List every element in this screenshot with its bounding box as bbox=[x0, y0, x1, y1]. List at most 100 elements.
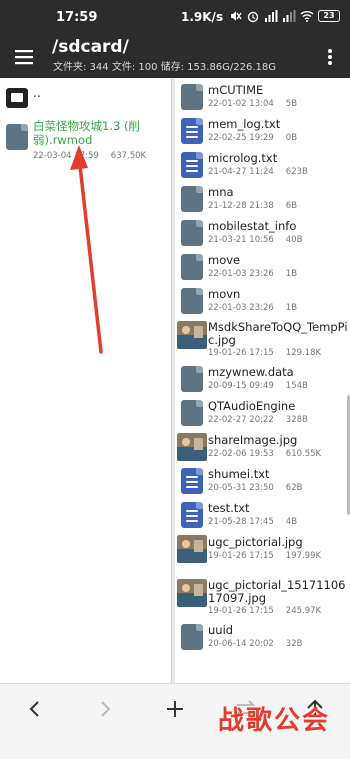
file-meta: 19-01-26 17:15 245.97K bbox=[208, 606, 321, 616]
file-name: mobilestat_info bbox=[208, 219, 297, 233]
file-size: 328B bbox=[285, 415, 308, 425]
file-size: 610.55K bbox=[285, 449, 322, 459]
wifi-icon bbox=[300, 11, 314, 22]
file-name: mCUTIME bbox=[208, 83, 264, 97]
signal-icon-1 bbox=[265, 10, 278, 22]
file-meta: 22-02-06 19:53 610.55K bbox=[208, 449, 321, 459]
back-icon[interactable] bbox=[22, 696, 48, 722]
parent-directory-row[interactable]: .. bbox=[0, 78, 171, 112]
list-item[interactable]: shumei.txt 20-05-31 23:50 62B bbox=[175, 464, 350, 498]
file-icon bbox=[181, 366, 203, 392]
file-meta: 21-03-21 10:56 40B bbox=[208, 235, 302, 245]
file-size: 154B bbox=[285, 381, 308, 391]
list-item[interactable]: mCUTIME 22-01-02 13:04 5B bbox=[175, 80, 350, 114]
file-date: 22-03-04 17:59 bbox=[33, 151, 99, 161]
file-meta: 20-09-15 09:49 154B bbox=[208, 381, 308, 391]
list-item[interactable]: 白菜怪物攻城1.3 (削弱).rwmod 22-03-04 17:59 637.5… bbox=[0, 116, 171, 166]
file-date: 20-06-14 20:02 bbox=[208, 639, 274, 649]
file-icon bbox=[181, 624, 203, 650]
file-name: QTAudioEngine bbox=[208, 399, 296, 413]
file-meta: 22-01-02 13:04 5B bbox=[208, 99, 297, 109]
text-file-icon bbox=[181, 502, 203, 528]
list-item[interactable]: uuid 20-06-14 20:02 32B bbox=[175, 620, 350, 654]
file-meta: 22-03-04 17:59 637.50K bbox=[33, 151, 146, 161]
file-icon bbox=[181, 220, 203, 246]
folder-icon bbox=[6, 88, 28, 108]
file-date: 22-01-03 23:26 bbox=[208, 269, 274, 279]
file-date: 21-05-28 17:45 bbox=[208, 517, 274, 527]
file-date: 19-01-26 17:15 bbox=[208, 551, 274, 561]
more-options-icon[interactable] bbox=[322, 45, 338, 69]
forward-icon[interactable] bbox=[92, 696, 118, 722]
status-icons: 23 bbox=[228, 9, 340, 23]
list-item[interactable]: ugc_pictorial_1517110617097.jpg 19-01-26 … bbox=[175, 576, 350, 620]
file-date: 19-01-26 17:15 bbox=[208, 348, 274, 358]
list-item[interactable]: ugc_pictorial.jpg 19-01-26 17:15 197.99K bbox=[175, 532, 350, 566]
list-item[interactable]: mobilestat_info 21-03-21 10:56 40B bbox=[175, 216, 350, 250]
list-item[interactable]: mem_log.txt 22-02-25 19:29 0B bbox=[175, 114, 350, 148]
file-size: 62B bbox=[285, 483, 303, 493]
image-thumbnail-icon bbox=[177, 321, 207, 349]
file-name: ugc_pictorial_1517110617097.jpg bbox=[208, 578, 346, 605]
file-icon bbox=[181, 400, 203, 426]
file-name: mem_log.txt bbox=[208, 117, 281, 131]
battery-icon: 23 bbox=[318, 10, 340, 22]
status-time: 17:59 bbox=[56, 10, 98, 25]
text-file-icon bbox=[181, 468, 203, 494]
file-date: 21-04-27 11:24 bbox=[208, 167, 274, 177]
file-name: microlog.txt bbox=[208, 151, 278, 165]
network-speed: 1.9K/s bbox=[181, 10, 224, 24]
file-meta: 21-12-28 21:38 6B bbox=[208, 201, 297, 211]
image-thumbnail-icon bbox=[177, 433, 207, 461]
file-name: movn bbox=[208, 287, 241, 301]
list-item[interactable]: mzywnew.data 20-09-15 09:49 154B bbox=[175, 362, 350, 396]
file-date: 22-02-27 20:22 bbox=[208, 415, 274, 425]
file-meta: 19-01-26 17:15 197.99K bbox=[208, 551, 321, 561]
list-item[interactable]: MsdkShareToQQ_TempPic.jpg 19-01-26 17:15 1… bbox=[175, 318, 350, 362]
file-meta: 22-02-25 19:29 0B bbox=[208, 133, 297, 143]
file-icon bbox=[181, 84, 203, 110]
file-name: MsdkShareToQQ_TempPic.jpg bbox=[208, 320, 348, 347]
file-size: 637.50K bbox=[110, 151, 147, 161]
file-size: 32B bbox=[285, 639, 303, 649]
file-date: 20-05-31 23:50 bbox=[208, 483, 274, 493]
right-file-panel: mCUTIME 22-01-02 13:04 5B mem_log.txt 22-02-… bbox=[175, 78, 350, 683]
list-item[interactable]: mna 21-12-28 21:38 6B bbox=[175, 182, 350, 216]
mute-icon bbox=[231, 11, 242, 21]
file-date: 22-02-25 19:29 bbox=[208, 133, 274, 143]
file-size: 623B bbox=[285, 167, 308, 177]
file-name: 白菜怪物攻城1.3 (削弱).rwmod bbox=[33, 119, 140, 147]
file-meta: 21-05-28 17:45 4B bbox=[208, 517, 297, 527]
file-size: 4B bbox=[285, 517, 298, 527]
storage-info: 文件夹: 344 文件: 100 储存: 153.86G/226.18G bbox=[53, 62, 277, 73]
file-name: test.txt bbox=[208, 501, 250, 515]
file-name: shareImage.jpg bbox=[208, 433, 298, 447]
file-size: 129.18K bbox=[285, 348, 322, 358]
list-item[interactable]: QTAudioEngine 22-02-27 20:22 328B bbox=[175, 396, 350, 430]
image-thumbnail-icon bbox=[177, 579, 207, 607]
file-size: 245.97K bbox=[285, 606, 322, 616]
status-bar: 17:59 1.9K/s 23 bbox=[0, 0, 350, 36]
file-date: 22-01-02 13:04 bbox=[208, 99, 274, 109]
text-file-icon bbox=[181, 118, 203, 144]
add-icon[interactable] bbox=[162, 696, 188, 722]
menu-icon[interactable] bbox=[12, 45, 36, 69]
file-name: mna bbox=[208, 185, 234, 199]
list-item[interactable]: microlog.txt 21-04-27 11:24 623B bbox=[175, 148, 350, 182]
file-date: 22-02-06 19:53 bbox=[208, 449, 274, 459]
list-item[interactable]: test.txt 21-05-28 17:45 4B bbox=[175, 498, 350, 532]
file-date: 20-09-15 09:49 bbox=[208, 381, 274, 391]
file-name: ugc_pictorial.jpg bbox=[208, 535, 303, 549]
file-name: uuid bbox=[208, 623, 234, 637]
file-date: 21-03-21 10:56 bbox=[208, 235, 274, 245]
list-item[interactable]: move 22-01-03 23:26 1B bbox=[175, 250, 350, 284]
list-item[interactable]: movn 22-01-03 23:26 1B bbox=[175, 284, 350, 318]
file-date: 21-12-28 21:38 bbox=[208, 201, 274, 211]
file-name: mzywnew.data bbox=[208, 365, 294, 379]
alarm-icon bbox=[247, 11, 259, 23]
list-item[interactable]: shareImage.jpg 22-02-06 19:53 610.55K bbox=[175, 430, 350, 464]
file-date: 22-01-03 23:26 bbox=[208, 303, 274, 313]
app-bar: /sdcard/ 文件夹: 344 文件: 100 储存: 153.86G/22… bbox=[0, 36, 350, 78]
file-meta: 22-01-03 23:26 1B bbox=[208, 303, 297, 313]
file-date: 19-01-26 17:15 bbox=[208, 606, 274, 616]
